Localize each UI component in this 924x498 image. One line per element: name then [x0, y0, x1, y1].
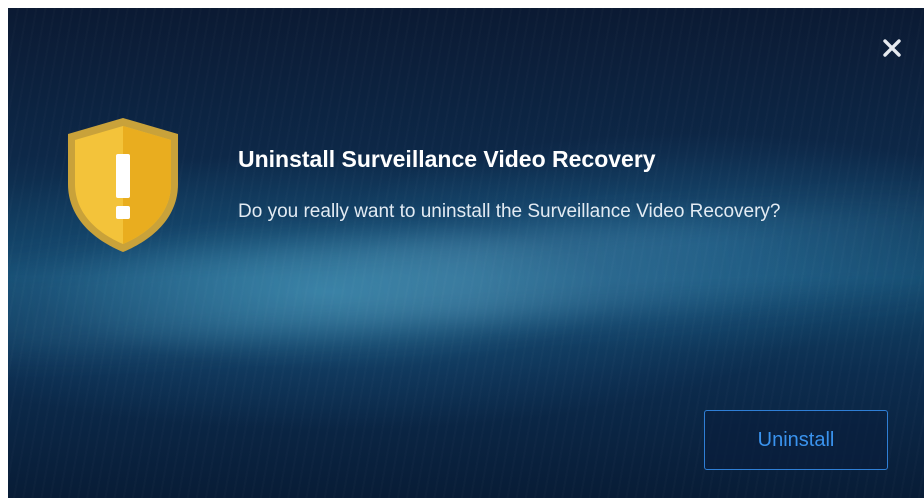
dialog-message: Do you really want to uninstall the Surv… — [238, 201, 781, 222]
shield-warning-icon — [68, 118, 178, 252]
close-icon — [883, 39, 901, 57]
uninstall-button[interactable]: Uninstall — [704, 410, 888, 470]
dialog-title: Uninstall Surveillance Video Recovery — [238, 146, 656, 172]
uninstall-dialog: Uninstall Surveillance Video Recovery Do… — [8, 8, 924, 498]
close-button[interactable] — [880, 36, 904, 60]
